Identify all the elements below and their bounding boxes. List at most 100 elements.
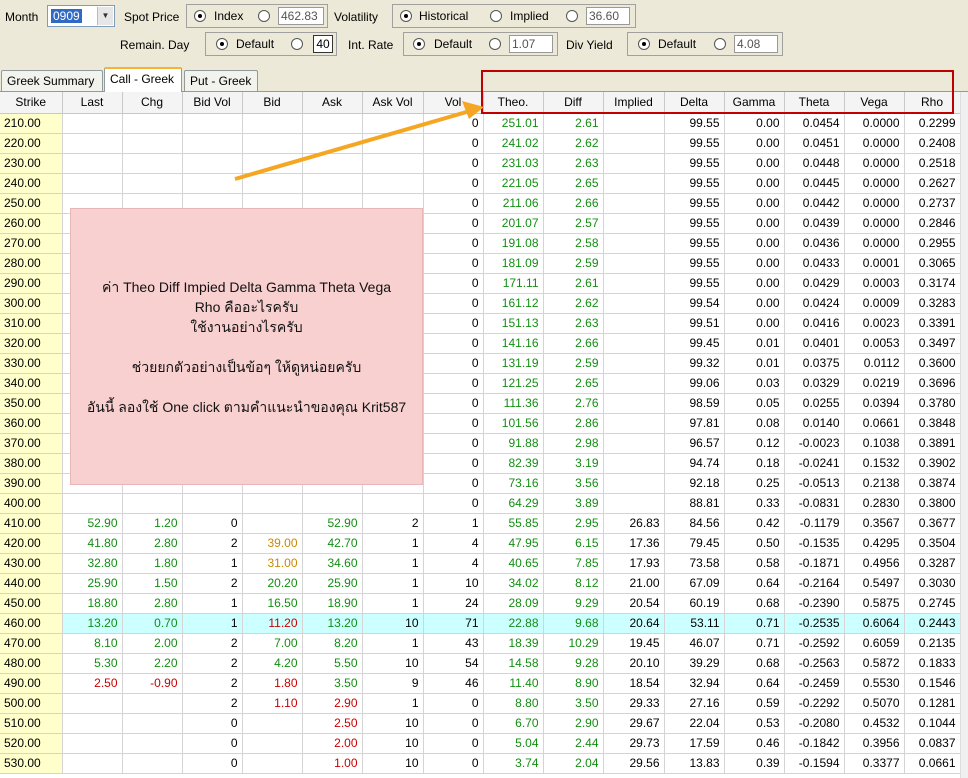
- table-row[interactable]: 400.00 0 64.29 3.89 88.81 0.33 -0.0831 0.2830 0.…: [0, 493, 961, 514]
- div-default-radio[interactable]: [638, 38, 650, 50]
- table-cell: 2.90: [543, 713, 604, 734]
- column-header-chg[interactable]: Chg: [122, 92, 183, 114]
- table-row[interactable]: 410.00 52.90 1.20 0 52.90 2 1 55.85 2.95 26.83 84.…: [0, 513, 961, 534]
- table-row[interactable]: 490.00 2.50 -0.90 2 1.80 3.50 9 46 11.40 8.90 18.5…: [0, 673, 961, 694]
- table-cell: 0.3848: [904, 413, 961, 434]
- table-cell: [603, 373, 665, 394]
- table-cell: 8.10: [62, 633, 123, 654]
- remain-day-input[interactable]: 40: [313, 35, 333, 53]
- table-cell: 47.95: [483, 533, 544, 554]
- table-cell: 55.85: [483, 513, 544, 534]
- table-cell: 0: [423, 133, 484, 154]
- table-cell: 11.40: [483, 673, 544, 694]
- div-yield-input[interactable]: 4.08: [734, 35, 778, 53]
- table-row[interactable]: 230.00 0 231.03 2.63 99.55 0.00 0.0448 0.0000 0.…: [0, 153, 961, 174]
- table-row[interactable]: 510.00 0 2.50 10 0 6.70 2.90 29.67 22.04 0.53 -0.2…: [0, 713, 961, 734]
- table-cell: 2: [182, 573, 243, 594]
- strike-cell: 460.00: [0, 613, 63, 634]
- column-header-strike[interactable]: Strike: [0, 92, 63, 114]
- remain-manual-radio[interactable]: [291, 38, 303, 50]
- table-cell: 13.20: [302, 613, 363, 634]
- column-header-delta[interactable]: Delta: [664, 92, 725, 114]
- table-cell: 99.51: [664, 313, 725, 334]
- table-cell: 0.00: [724, 313, 785, 334]
- table-cell: 0.64: [724, 573, 785, 594]
- historical-radio[interactable]: [400, 10, 412, 22]
- table-cell: 2.00: [122, 633, 183, 654]
- table-cell: 3.74: [483, 753, 544, 774]
- column-header-ask[interactable]: Ask: [302, 92, 363, 114]
- note-line: ช่วยยกตัวอย่างเป็นข้อๆ ให้ดูหน่อยครับ: [131, 359, 362, 375]
- tab-greek-summary[interactable]: Greek Summary: [1, 70, 103, 92]
- table-cell: 6.15: [543, 533, 604, 554]
- table-cell: -0.2390: [784, 593, 845, 614]
- vol-input[interactable]: 36.60: [586, 7, 630, 25]
- vertical-scrollbar[interactable]: [960, 92, 968, 778]
- table-cell: 13.83: [664, 753, 725, 774]
- table-row[interactable]: 440.00 25.90 1.50 2 20.20 25.90 1 10 34.02 8.12 21…: [0, 573, 961, 594]
- remain-default-radio[interactable]: [216, 38, 228, 50]
- column-header-gamma[interactable]: Gamma: [724, 92, 785, 114]
- int-default-radio[interactable]: [413, 38, 425, 50]
- column-header-theta[interactable]: Theta: [784, 92, 845, 114]
- table-cell: 2.50: [302, 713, 363, 734]
- int-manual-radio[interactable]: [489, 38, 501, 50]
- table-cell: 0.42: [724, 513, 785, 534]
- table-cell: 0: [423, 733, 484, 754]
- column-header-ask-vol[interactable]: Ask Vol: [362, 92, 424, 114]
- column-header-theo[interactable]: Theo.: [483, 92, 544, 114]
- column-header-last[interactable]: Last: [62, 92, 123, 114]
- spot-manual-radio[interactable]: [258, 10, 270, 22]
- column-header-bid[interactable]: Bid: [242, 92, 303, 114]
- table-cell: 0.0000: [844, 173, 905, 194]
- table-row[interactable]: 420.00 41.80 2.80 2 39.00 42.70 1 4 47.95 6.15 17.…: [0, 533, 961, 554]
- column-header-vega[interactable]: Vega: [844, 92, 905, 114]
- implied-radio[interactable]: [490, 10, 502, 22]
- table-row[interactable]: 240.00 0 221.05 2.65 99.55 0.00 0.0445 0.0000 0.…: [0, 173, 961, 194]
- table-cell: 99.55: [664, 193, 725, 214]
- table-row[interactable]: 470.00 8.10 2.00 2 7.00 8.20 1 43 18.39 10.29 19.4…: [0, 633, 961, 654]
- int-rate-input[interactable]: 1.07: [509, 35, 553, 53]
- column-header-bid-vol[interactable]: Bid Vol: [182, 92, 243, 114]
- table-cell: 0.5530: [844, 673, 905, 694]
- table-cell: [242, 133, 303, 154]
- table-cell: 0.3283: [904, 293, 961, 314]
- column-header-diff[interactable]: Diff: [543, 92, 604, 114]
- table-row[interactable]: 530.00 0 1.00 10 0 3.74 2.04 29.56 13.83 0.39 -0.1…: [0, 753, 961, 774]
- table-row[interactable]: 210.00 0 251.01 2.61 99.55 0.00 0.0454 0.0000 0.…: [0, 113, 961, 134]
- tab-put-greek[interactable]: Put - Greek: [184, 70, 258, 92]
- table-cell: 0.0429: [784, 273, 845, 294]
- div-manual-radio[interactable]: [714, 38, 726, 50]
- table-cell: 251.01: [483, 113, 544, 134]
- index-input[interactable]: 462.83: [278, 7, 324, 25]
- table-row[interactable]: 500.00 2 1.10 2.90 1 0 8.80 3.50 29.33 27.16 0.59-…: [0, 693, 961, 714]
- column-header-rho[interactable]: Rho: [904, 92, 961, 114]
- column-header-implied[interactable]: Implied: [603, 92, 665, 114]
- note-line: [71, 377, 422, 397]
- tab-call-greek[interactable]: Call - Greek: [104, 67, 182, 92]
- column-header-vol[interactable]: Vol: [423, 92, 484, 114]
- table-cell: 99.06: [664, 373, 725, 394]
- table-cell: 0.25: [724, 473, 785, 494]
- table-cell: 0.3902: [904, 453, 961, 474]
- table-cell: 0.00: [724, 133, 785, 154]
- table-cell: 10: [362, 653, 424, 674]
- table-cell: 0: [423, 473, 484, 494]
- table-row[interactable]: 430.00 32.80 1.80 1 31.00 34.60 1 4 40.65 7.85 17.…: [0, 553, 961, 574]
- table-row[interactable]: 220.00 0 241.02 2.62 99.55 0.00 0.0451 0.0000 0.…: [0, 133, 961, 154]
- table-cell: -0.1594: [784, 753, 845, 774]
- table-cell: 39.29: [664, 653, 725, 674]
- chevron-down-icon[interactable]: ▼: [97, 7, 113, 25]
- index-radio[interactable]: [194, 10, 206, 22]
- table-row[interactable]: 460.00 13.20 0.70 1 11.20 13.20 10 71 22.88 9.68 2…: [0, 613, 961, 634]
- table-row[interactable]: 520.00 0 2.00 10 0 5.04 2.44 29.73 17.59 0.46 -0.1…: [0, 733, 961, 754]
- table-row[interactable]: 480.00 5.30 2.20 2 4.20 5.50 10 54 14.58 9.28 20.1…: [0, 653, 961, 674]
- vol-manual-radio[interactable]: [566, 10, 578, 22]
- table-cell: [242, 113, 303, 134]
- table-row[interactable]: 450.00 18.80 2.80 1 16.50 18.90 1 24 28.09 9.29 20…: [0, 593, 961, 614]
- table-cell: 0.1044: [904, 713, 961, 734]
- table-cell: 0.3287: [904, 553, 961, 574]
- table-cell: 0.2830: [844, 493, 905, 514]
- month-select[interactable]: 0909 ▼: [47, 5, 115, 27]
- table-cell: -0.2563: [784, 653, 845, 674]
